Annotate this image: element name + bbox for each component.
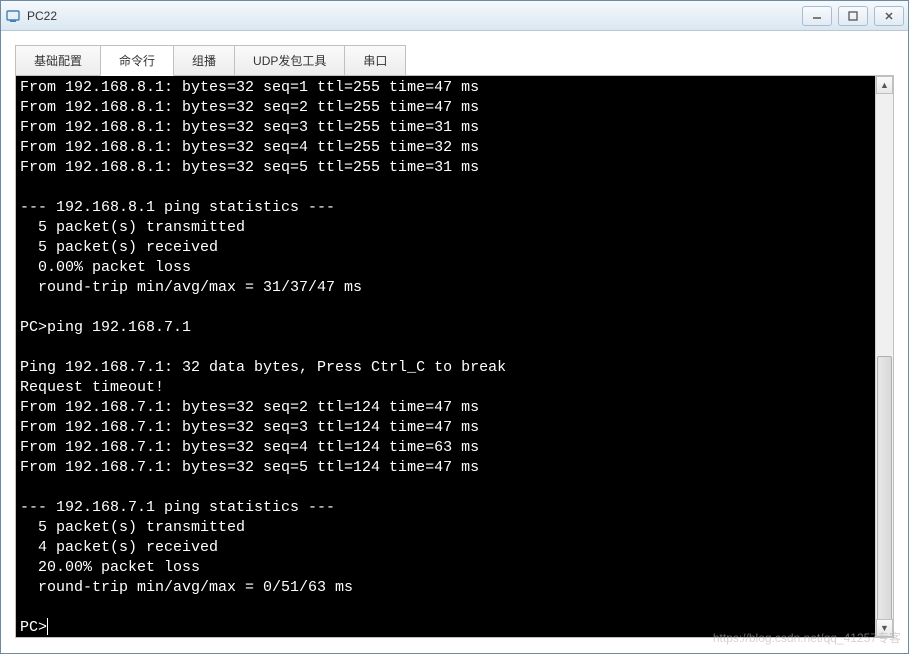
tab-udp-tool[interactable]: UDP发包工具 [234,45,345,76]
maximize-button[interactable] [838,6,868,26]
app-icon [5,8,21,24]
tab-bar: 基础配置 命令行 组播 UDP发包工具 串口 [1,31,908,76]
tab-basic-config[interactable]: 基础配置 [15,45,101,76]
minimize-button[interactable] [802,6,832,26]
window-title: PC22 [27,9,802,23]
tab-command-line[interactable]: 命令行 [100,45,174,76]
scroll-down-button[interactable]: ▼ [876,619,893,637]
terminal-container: From 192.168.8.1: bytes=32 seq=1 ttl=255… [15,75,894,638]
close-button[interactable] [874,6,904,26]
terminal[interactable]: From 192.168.8.1: bytes=32 seq=1 ttl=255… [16,76,875,637]
scroll-up-button[interactable]: ▲ [876,76,893,94]
app-window: PC22 基础配置 命令行 组播 UDP发包工具 串口 From 192.168… [0,0,909,654]
tab-multicast[interactable]: 组播 [173,45,235,76]
scroll-thumb[interactable] [877,356,892,636]
window-controls [802,6,904,26]
scrollbar[interactable]: ▲ ▼ [875,76,893,637]
tab-serial[interactable]: 串口 [344,45,406,76]
titlebar: PC22 [1,1,908,31]
